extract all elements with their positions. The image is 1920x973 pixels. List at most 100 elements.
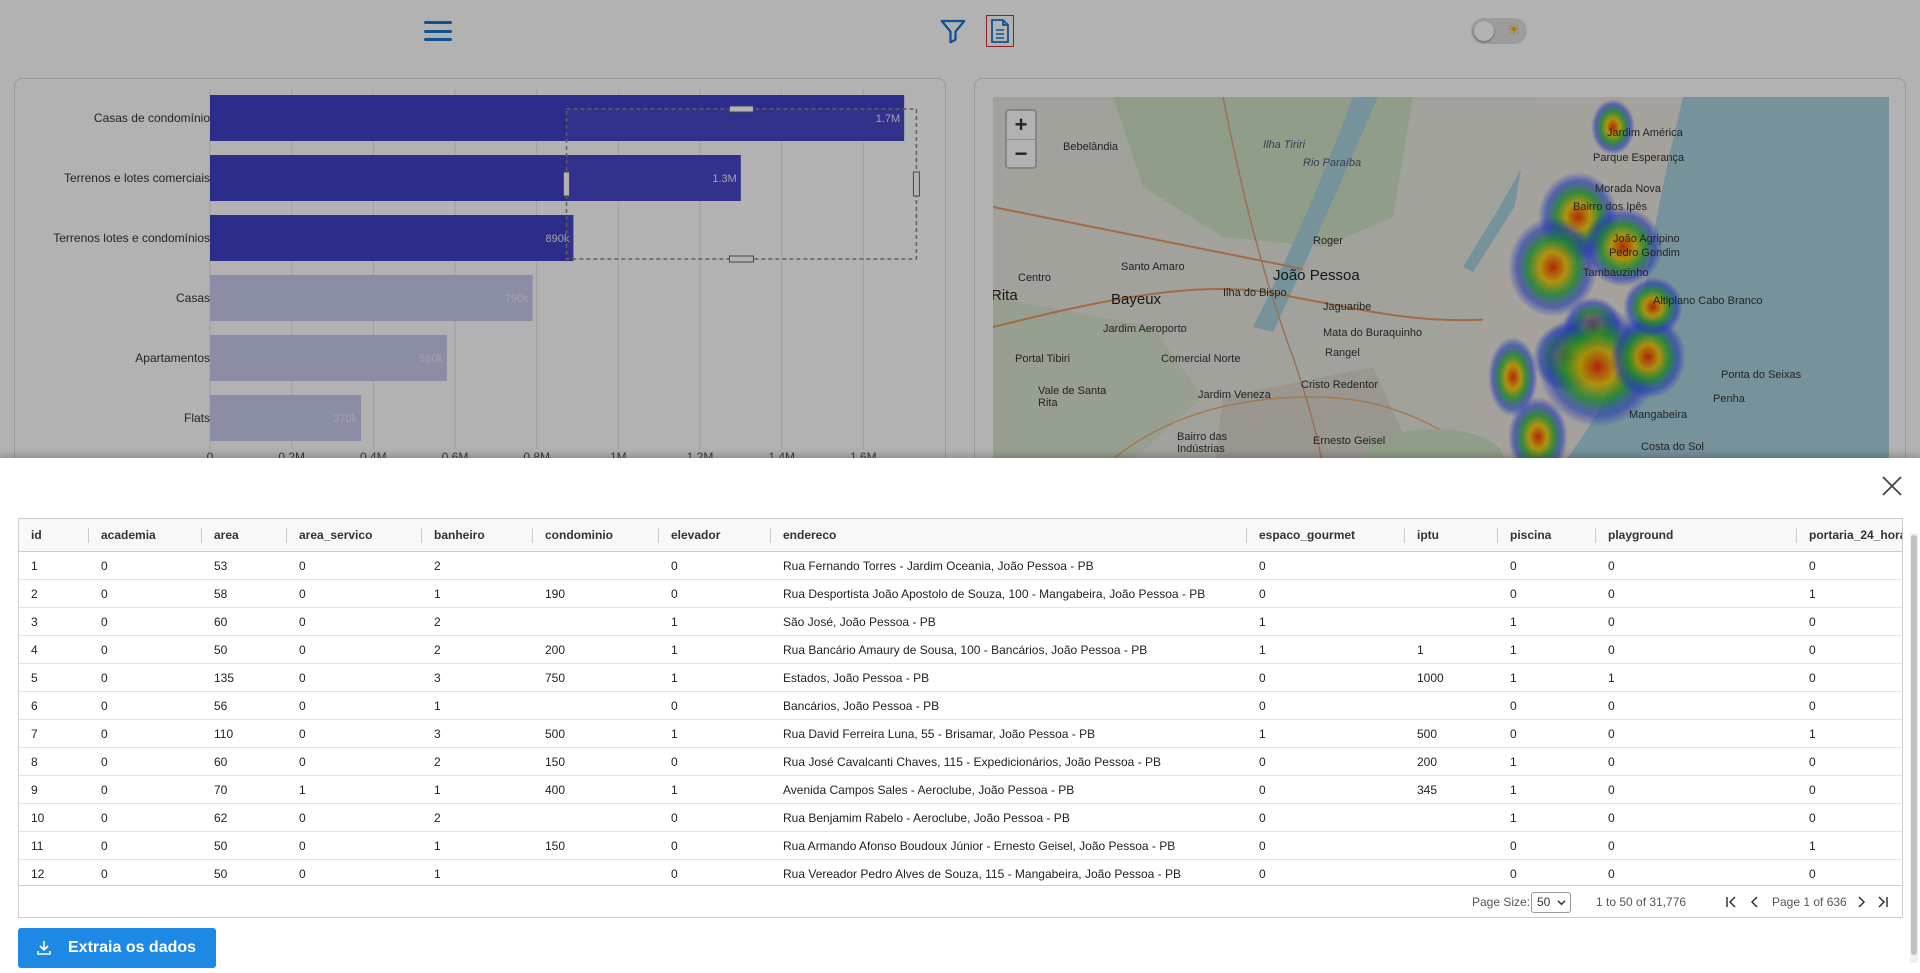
table-row[interactable]: 2 0 58 0 1 190 0 Rua Desportista João Apostolo … xyxy=(19,580,1902,608)
column-header-area-servico[interactable]: area_servico xyxy=(287,519,422,552)
table-cell-iptu xyxy=(1405,580,1498,608)
table-cell-iptu xyxy=(1405,832,1498,860)
previous-page-button[interactable] xyxy=(1748,895,1762,909)
table-cell-condominio: 150 xyxy=(545,839,566,853)
column-header-iptu[interactable]: iptu xyxy=(1405,519,1498,552)
table-cell-id: 2 xyxy=(31,587,38,601)
table-cell-area-servico: 0 xyxy=(299,559,306,573)
table-cell-condominio xyxy=(533,860,659,885)
table-cell-portaria-24-horas: 0 xyxy=(1809,867,1816,881)
table-cell-area-servico: 0 xyxy=(299,587,306,601)
table-cell-espaco-gourmet: 0 xyxy=(1259,559,1266,573)
vertical-scrollbar[interactable] xyxy=(1910,533,1918,963)
column-header-id[interactable]: id xyxy=(19,519,89,552)
table-cell-piscina: 1 xyxy=(1510,783,1517,797)
next-page-button[interactable] xyxy=(1854,895,1868,909)
table-cell-area: 50 xyxy=(214,643,228,657)
table-row[interactable]: 4 0 50 0 2 200 1 Rua Bancário Amaury de Sousa, … xyxy=(19,636,1902,664)
chevron-down-icon xyxy=(1557,900,1566,906)
column-header-elevador[interactable]: elevador xyxy=(659,519,771,552)
table-cell-condominio: 190 xyxy=(545,587,566,601)
column-header-banheiro[interactable]: banheiro xyxy=(422,519,533,552)
column-header-condominio[interactable]: condominio xyxy=(533,519,659,552)
table-cell-area-servico: 0 xyxy=(299,699,306,713)
table-row[interactable]: 8 0 60 0 2 150 0 Rua José Cavalcanti Chaves, 11… xyxy=(19,748,1902,776)
table-cell-area: 60 xyxy=(214,615,228,629)
table-cell-area: 53 xyxy=(214,559,228,573)
grid-pagination: Page Size: 50 1 to 50 of 31,776 Page 1 o… xyxy=(19,885,1902,917)
scrollbar-thumb[interactable] xyxy=(1911,535,1917,955)
table-row[interactable]: 9 0 70 1 1 400 1 Avenida Campos Sales - Aeroclu… xyxy=(19,776,1902,804)
table-cell-endereco: Rua Armando Afonso Boudoux Júnior - Erne… xyxy=(783,839,1176,853)
table-cell-espaco-gourmet: 0 xyxy=(1259,587,1266,601)
table-cell-elevador: 0 xyxy=(671,559,678,573)
grid-body[interactable]: 1 0 53 0 2 0 Rua Fernando Torres - Jardim Ocea… xyxy=(19,552,1902,885)
table-cell-area: 110 xyxy=(214,727,234,741)
table-cell-portaria-24-horas: 1 xyxy=(1809,587,1816,601)
table-cell-condominio xyxy=(533,552,659,580)
table-cell-iptu: 1000 xyxy=(1417,671,1444,685)
table-cell-playground: 0 xyxy=(1608,615,1615,629)
column-header-portaria-24-horas[interactable]: portaria_24_horas xyxy=(1797,519,1902,552)
table-cell-portaria-24-horas: 0 xyxy=(1809,615,1816,629)
table-row[interactable]: 5 0 135 0 3 750 1 Estados, João Pessoa - PB 0 100… xyxy=(19,664,1902,692)
table-cell-piscina: 0 xyxy=(1510,559,1517,573)
table-cell-playground: 0 xyxy=(1608,811,1615,825)
last-page-icon xyxy=(1878,896,1888,908)
table-cell-id: 7 xyxy=(31,727,38,741)
close-button[interactable] xyxy=(1880,474,1904,498)
table-cell-id: 8 xyxy=(31,755,38,769)
column-header-piscina[interactable]: piscina xyxy=(1498,519,1596,552)
table-cell-condominio xyxy=(533,608,659,636)
table-cell-banheiro: 2 xyxy=(434,811,441,825)
last-page-button[interactable] xyxy=(1876,895,1890,909)
table-row[interactable]: 6 0 56 0 1 0 Bancários, João Pessoa - PB 0 0 0 0 xyxy=(19,692,1902,720)
table-cell-area: 62 xyxy=(214,811,228,825)
table-cell-espaco-gourmet: 0 xyxy=(1259,811,1266,825)
column-header-area[interactable]: area xyxy=(202,519,287,552)
table-cell-id: 10 xyxy=(31,811,45,825)
column-header-espaco-gourmet[interactable]: espaco_gourmet xyxy=(1247,519,1405,552)
table-row[interactable]: 3 0 60 0 2 1 São José, João Pessoa - PB 1 1 0 0 xyxy=(19,608,1902,636)
table-cell-condominio xyxy=(533,692,659,720)
table-cell-area-servico: 0 xyxy=(299,811,306,825)
table-cell-area: 50 xyxy=(214,867,228,881)
table-cell-area-servico: 0 xyxy=(299,671,306,685)
table-cell-portaria-24-horas: 0 xyxy=(1809,811,1816,825)
table-cell-academia: 0 xyxy=(101,699,108,713)
table-cell-espaco-gourmet: 0 xyxy=(1259,867,1266,881)
table-row[interactable]: 1 0 53 0 2 0 Rua Fernando Torres - Jardim Ocea… xyxy=(19,552,1902,580)
table-cell-area-servico: 0 xyxy=(299,755,306,769)
table-cell-area: 56 xyxy=(214,699,228,713)
table-row[interactable]: 12 0 50 0 1 0 Rua Vereador Pedro Alves de Souz… xyxy=(19,860,1902,885)
table-cell-condominio: 400 xyxy=(545,783,566,797)
table-row[interactable]: 7 0 110 0 3 500 1 Rua David Ferreira Luna, 55 -… xyxy=(19,720,1902,748)
table-cell-playground: 0 xyxy=(1608,755,1615,769)
table-row[interactable]: 10 0 62 0 2 0 Rua Benjamim Rabelo - Aeroclube,… xyxy=(19,804,1902,832)
extract-data-button[interactable]: Extraia os dados xyxy=(18,928,216,968)
table-cell-id: 3 xyxy=(31,615,38,629)
column-header-playground[interactable]: playground xyxy=(1596,519,1797,552)
table-cell-id: 6 xyxy=(31,699,38,713)
table-cell-condominio: 150 xyxy=(545,755,566,769)
table-cell-iptu: 200 xyxy=(1417,755,1438,769)
page-size-select[interactable]: 50 xyxy=(1531,892,1571,913)
table-cell-portaria-24-horas: 0 xyxy=(1809,783,1816,797)
table-cell-banheiro: 2 xyxy=(434,755,441,769)
table-cell-banheiro: 2 xyxy=(434,559,441,573)
table-cell-playground: 0 xyxy=(1608,839,1615,853)
data-table-sheet: id academia area area_servico banheiro condom… xyxy=(0,458,1920,973)
first-page-button[interactable] xyxy=(1724,895,1738,909)
column-header-academia[interactable]: academia xyxy=(89,519,202,552)
table-cell-endereco: Avenida Campos Sales - Aeroclube, João P… xyxy=(783,783,1075,797)
table-cell-endereco: Rua Bancário Amaury de Sousa, 100 - Banc… xyxy=(783,643,1148,657)
modal-backdrop[interactable] xyxy=(0,0,1920,458)
table-cell-espaco-gourmet: 0 xyxy=(1259,755,1266,769)
column-header-endereco[interactable]: endereco xyxy=(771,519,1247,552)
table-cell-condominio: 500 xyxy=(545,727,566,741)
table-cell-playground: 0 xyxy=(1608,699,1615,713)
table-cell-endereco: Rua David Ferreira Luna, 55 - Brisamar, … xyxy=(783,727,1096,741)
table-row[interactable]: 11 0 50 0 1 150 0 Rua Armando Afonso Boudoux Jú… xyxy=(19,832,1902,860)
table-cell-endereco: São José, João Pessoa - PB xyxy=(783,615,936,629)
table-cell-playground: 1 xyxy=(1608,671,1615,685)
